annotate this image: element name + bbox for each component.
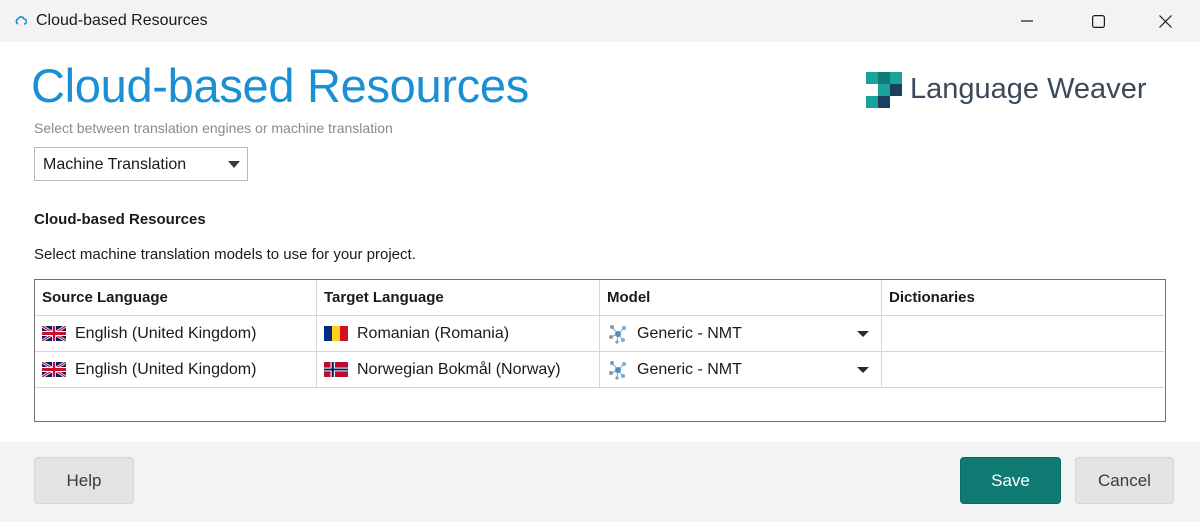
close-icon	[1158, 14, 1172, 28]
maximize-button[interactable]	[1075, 0, 1121, 42]
save-button[interactable]: Save	[960, 457, 1061, 504]
page-subtitle: Select between translation engines or ma…	[34, 120, 393, 136]
language-weaver-logo-icon	[866, 72, 902, 108]
resource-type-value: Machine Translation	[43, 156, 187, 173]
chevron-down-icon	[857, 367, 869, 373]
minimize-icon	[1021, 20, 1033, 22]
neural-network-icon	[609, 324, 626, 344]
model-text: Generic - NMT	[637, 324, 742, 342]
cloud-icon	[15, 16, 27, 25]
maximize-icon	[1091, 14, 1105, 28]
section-description: Select machine translation models to use…	[34, 246, 416, 263]
table-row[interactable]: English (United Kingdom) Norwegian Bokmå…	[35, 352, 1164, 388]
column-header-model[interactable]: Model	[600, 280, 882, 315]
logo-text: Language Weaver	[910, 73, 1147, 105]
target-language-cell[interactable]: Norwegian Bokmål (Norway)	[317, 352, 600, 387]
column-header-source-language[interactable]: Source Language	[35, 280, 317, 315]
dialog-content: Cloud-based Resources Select between tra…	[0, 42, 1200, 442]
target-language-cell[interactable]: Romanian (Romania)	[317, 316, 600, 351]
chevron-down-icon	[228, 161, 240, 168]
dictionaries-cell[interactable]	[882, 316, 1164, 351]
minimize-button[interactable]	[1004, 0, 1050, 42]
chevron-down-icon	[857, 331, 869, 337]
norway-flag-icon	[324, 362, 348, 377]
column-header-target-language[interactable]: Target Language	[317, 280, 600, 315]
romania-flag-icon	[324, 326, 348, 341]
target-language-text: Romanian (Romania)	[357, 324, 510, 342]
neural-network-icon	[609, 360, 626, 380]
table-row[interactable]: English (United Kingdom) Romanian (Roman…	[35, 316, 1164, 352]
resource-type-dropdown[interactable]: Machine Translation	[34, 147, 248, 181]
uk-flag-icon	[42, 362, 66, 377]
model-text: Generic - NMT	[637, 360, 742, 378]
source-language-cell[interactable]: English (United Kingdom)	[35, 352, 317, 387]
cancel-button[interactable]: Cancel	[1075, 457, 1174, 504]
model-dropdown[interactable]: Generic - NMT	[600, 352, 882, 387]
dictionaries-cell[interactable]	[882, 352, 1164, 387]
uk-flag-icon	[42, 326, 66, 341]
source-language-text: English (United Kingdom)	[75, 360, 257, 378]
source-language-cell[interactable]: English (United Kingdom)	[35, 316, 317, 351]
language-pairs-table: Source Language Target Language Model Di…	[34, 279, 1166, 422]
window-title: Cloud-based Resources	[36, 12, 208, 29]
target-language-text: Norwegian Bokmål (Norway)	[357, 360, 561, 378]
column-header-dictionaries[interactable]: Dictionaries	[882, 280, 1164, 315]
close-button[interactable]	[1142, 0, 1188, 42]
dialog-footer: Help Save Cancel	[0, 442, 1200, 522]
model-dropdown[interactable]: Generic - NMT	[600, 316, 882, 351]
source-language-text: English (United Kingdom)	[75, 324, 257, 342]
page-title: Cloud-based Resources	[31, 59, 529, 112]
table-header: Source Language Target Language Model Di…	[35, 280, 1164, 316]
title-bar: Cloud-based Resources	[0, 0, 1200, 42]
section-title: Cloud-based Resources	[34, 211, 206, 228]
help-button[interactable]: Help	[34, 457, 134, 504]
language-weaver-logo: Language Weaver	[866, 70, 1170, 110]
